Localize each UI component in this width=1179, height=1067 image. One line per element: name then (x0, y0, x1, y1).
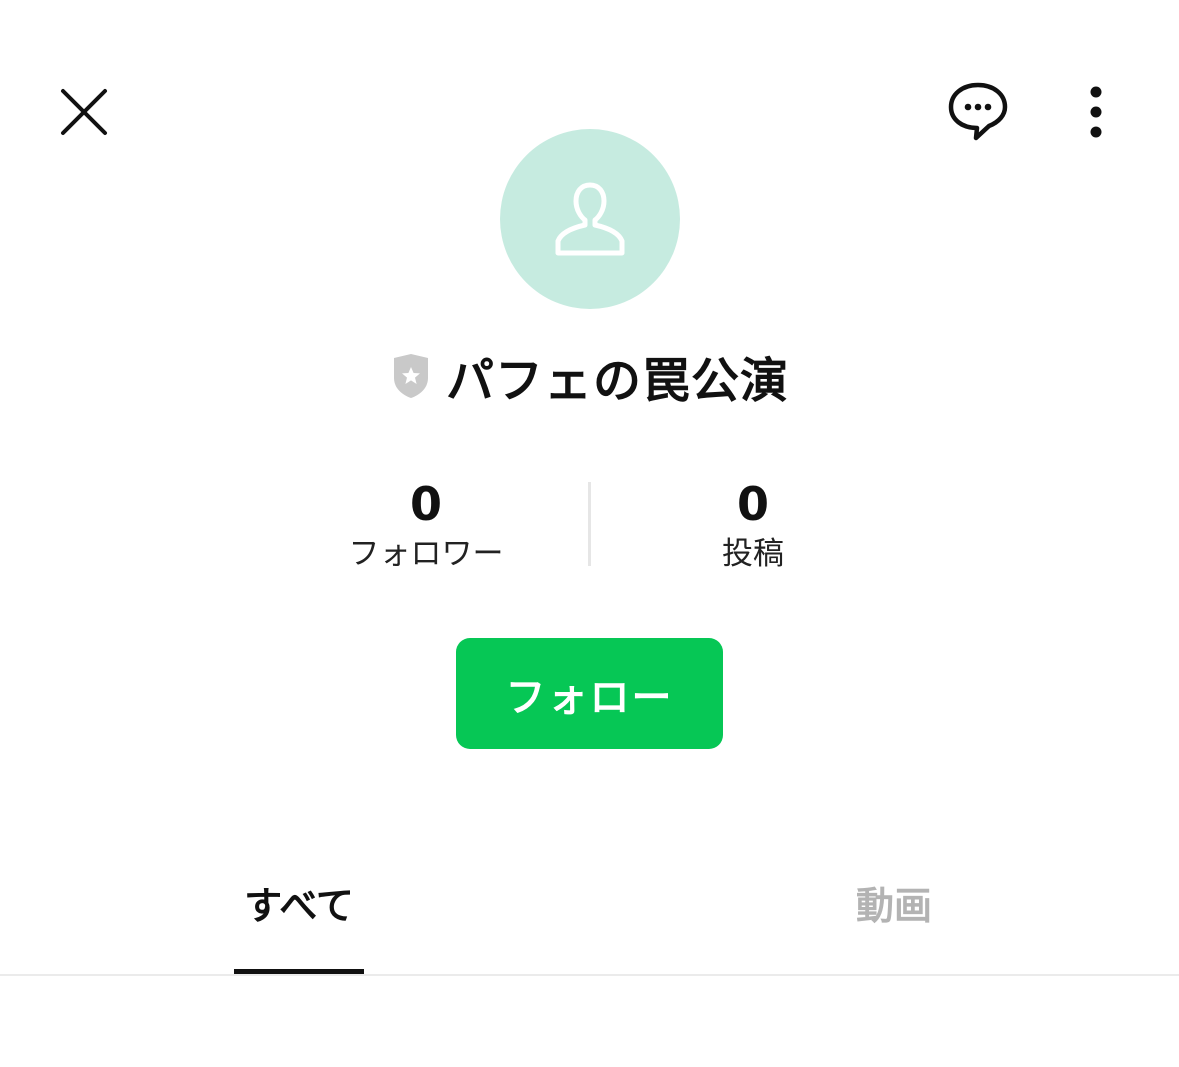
tab-video[interactable]: 動画 (795, 862, 993, 942)
person-icon (555, 182, 625, 256)
close-button[interactable] (52, 80, 116, 144)
profile-name: パフェの罠公演 (445, 353, 789, 409)
close-icon (61, 89, 107, 135)
stats-divider (588, 482, 591, 566)
more-vertical-icon (1090, 86, 1102, 138)
chat-bubble-icon (948, 82, 1008, 141)
profile-name-row: パフェの罠公演 (0, 340, 1179, 412)
shield-star-icon (390, 352, 432, 400)
follow-button[interactable]: フォロー (456, 638, 723, 749)
followers-stat[interactable]: 0 フォロワー (306, 476, 546, 576)
avatar[interactable] (500, 129, 680, 309)
tab-bar-divider (0, 974, 1179, 976)
more-options-button[interactable] (1070, 80, 1122, 144)
chat-button[interactable] (940, 76, 1016, 148)
followers-label: フォロワー (348, 536, 504, 572)
posts-stat[interactable]: 0 投稿 (633, 476, 873, 576)
posts-label: 投稿 (722, 536, 784, 572)
posts-count: 0 (736, 477, 769, 531)
tab-all[interactable]: すべて (200, 862, 398, 942)
followers-count: 0 (409, 477, 442, 531)
